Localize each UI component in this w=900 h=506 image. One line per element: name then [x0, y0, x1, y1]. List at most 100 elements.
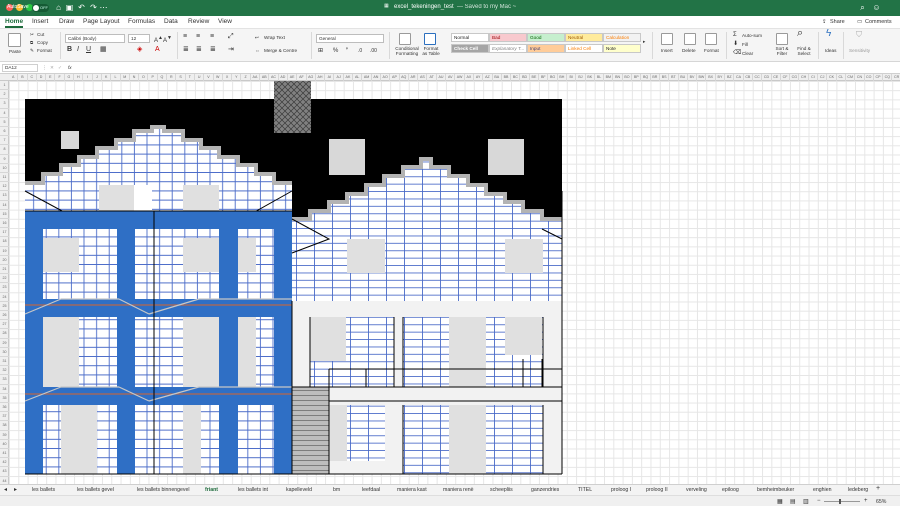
sheet-tab[interactable]: ganzendries	[531, 487, 559, 493]
row-header[interactable]: 19	[0, 247, 9, 256]
row-header[interactable]: 8	[0, 145, 9, 155]
italic-icon[interactable]: I	[77, 46, 79, 53]
column-header[interactable]: BK	[586, 74, 595, 81]
column-header[interactable]: BZ	[725, 74, 735, 81]
more-icon[interactable]: ⋯	[99, 3, 108, 12]
column-header[interactable]: N	[130, 74, 140, 81]
column-header[interactable]: B	[18, 74, 28, 81]
column-header[interactable]: O	[139, 74, 149, 81]
conditional-formatting-button[interactable]: Conditional Formatting	[393, 46, 421, 56]
column-header[interactable]: CD	[762, 74, 772, 81]
column-header[interactable]: BJ	[576, 74, 586, 81]
percent-icon[interactable]: %	[333, 48, 338, 54]
comments-icon[interactable]: ▭	[857, 19, 862, 25]
column-header[interactable]: CP	[874, 74, 884, 81]
column-header[interactable]: CG	[790, 74, 800, 81]
row-header[interactable]: 23	[0, 283, 9, 293]
row-header[interactable]: 36	[0, 403, 9, 413]
paste-icon[interactable]	[8, 33, 21, 47]
sheet-tab[interactable]: maniera kast	[397, 487, 427, 493]
row-header[interactable]: 22	[0, 274, 9, 284]
row-header[interactable]: 11	[0, 173, 9, 183]
column-header[interactable]: AS	[418, 74, 428, 81]
column-header[interactable]: CO	[865, 74, 874, 81]
row-header[interactable]: 38	[0, 421, 9, 431]
styles-more-icon[interactable]: ▸	[643, 39, 645, 45]
column-header[interactable]: BH	[558, 74, 567, 81]
sensitivity-button[interactable]: Sensitivity	[849, 48, 870, 54]
column-header[interactable]: AL	[353, 74, 363, 81]
column-header[interactable]: CL	[837, 74, 846, 81]
wrap-text-icon[interactable]: ↩	[255, 35, 259, 41]
add-sheet-icon[interactable]: +	[876, 485, 880, 492]
column-header[interactable]: CA	[734, 74, 744, 81]
column-header[interactable]: AZ	[483, 74, 493, 81]
borders-icon[interactable]: ▦	[100, 46, 107, 53]
column-header[interactable]: AD	[279, 74, 288, 81]
sort-filter-button[interactable]: Sort & Filter	[774, 46, 790, 56]
column-header[interactable]: CJ	[818, 74, 828, 81]
column-header[interactable]: BX	[707, 74, 716, 81]
comma-icon[interactable]: ❜	[346, 48, 348, 54]
column-header[interactable]: AT	[428, 74, 437, 81]
merge-icon[interactable]: ⇔	[255, 48, 260, 54]
column-header[interactable]: BA	[493, 74, 502, 81]
row-header[interactable]: 43	[0, 467, 9, 477]
undo-icon[interactable]: ↶	[77, 3, 86, 12]
row-header[interactable]: 32	[0, 366, 9, 376]
bold-icon[interactable]: B	[67, 46, 72, 53]
row-header[interactable]: 4	[0, 109, 9, 118]
sheet-tab[interactable]: leefdaal	[362, 487, 380, 493]
row-header[interactable]: 30	[0, 348, 9, 357]
column-header[interactable]: P	[149, 74, 158, 81]
column-header[interactable]: AR	[409, 74, 419, 81]
column-header[interactable]: AC	[269, 74, 279, 81]
decrease-font-icon[interactable]: A▼	[163, 35, 172, 44]
column-header[interactable]: Y	[232, 74, 242, 81]
align-middle-icon[interactable]: ≡	[196, 33, 200, 40]
smiley-icon[interactable]: ☺	[872, 3, 881, 12]
name-box-dropdown-icon[interactable]: ⋮	[42, 65, 47, 71]
column-header[interactable]: H	[74, 74, 84, 81]
tab-data[interactable]: Data	[164, 18, 178, 25]
format-cells-icon[interactable]	[705, 33, 717, 45]
style-calculation[interactable]: Calculation	[603, 33, 641, 42]
column-header[interactable]: BP	[632, 74, 642, 81]
zoom-slider-thumb[interactable]	[839, 499, 841, 504]
indent-icon[interactable]: ⇥	[228, 46, 234, 53]
column-header[interactable]: T	[186, 74, 195, 81]
column-header[interactable]: BS	[660, 74, 670, 81]
confirm-entry-icon[interactable]: ✓	[58, 65, 62, 71]
cancel-entry-icon[interactable]: ✕	[50, 65, 54, 71]
insert-cells-button[interactable]: Insert	[661, 48, 673, 54]
column-header[interactable]: BY	[716, 74, 726, 81]
row-header[interactable]: 2	[0, 90, 9, 100]
column-header[interactable]: CM	[846, 74, 856, 81]
row-header[interactable]: 44	[0, 477, 9, 484]
zoom-slider[interactable]	[824, 499, 860, 504]
align-center-icon[interactable]: ≣	[196, 46, 202, 53]
column-header[interactable]: G	[65, 74, 75, 81]
column-header[interactable]: BW	[697, 74, 707, 81]
orientation-icon[interactable]: ⤢	[228, 33, 234, 40]
zoom-in-icon[interactable]: +	[864, 498, 868, 504]
column-header[interactable]: K	[102, 74, 112, 81]
row-header[interactable]: 26	[0, 311, 9, 321]
find-select-icon[interactable]: ⌕	[797, 28, 803, 39]
name-box[interactable]: DA12	[2, 64, 38, 72]
sheet-tab[interactable]: TITEL	[578, 487, 592, 493]
row-header[interactable]: 35	[0, 394, 9, 403]
column-header[interactable]: AN	[372, 74, 381, 81]
column-header[interactable]: CH	[800, 74, 809, 81]
column-header[interactable]: Q	[158, 74, 168, 81]
home-icon[interactable]: ⌂	[54, 3, 63, 12]
style-normal[interactable]: Normal	[451, 33, 489, 42]
column-header[interactable]: AI	[325, 74, 335, 81]
column-header[interactable]: J	[93, 74, 102, 81]
column-header[interactable]: CK	[827, 74, 837, 81]
sheet-tab[interactable]: les ballets int	[238, 487, 268, 493]
align-left-icon[interactable]: ≣	[183, 46, 189, 53]
page-layout-view-icon[interactable]: ▤	[790, 498, 796, 505]
format-cells-button[interactable]: Format	[704, 48, 719, 54]
fill-color-icon[interactable]: ◈	[137, 46, 142, 53]
